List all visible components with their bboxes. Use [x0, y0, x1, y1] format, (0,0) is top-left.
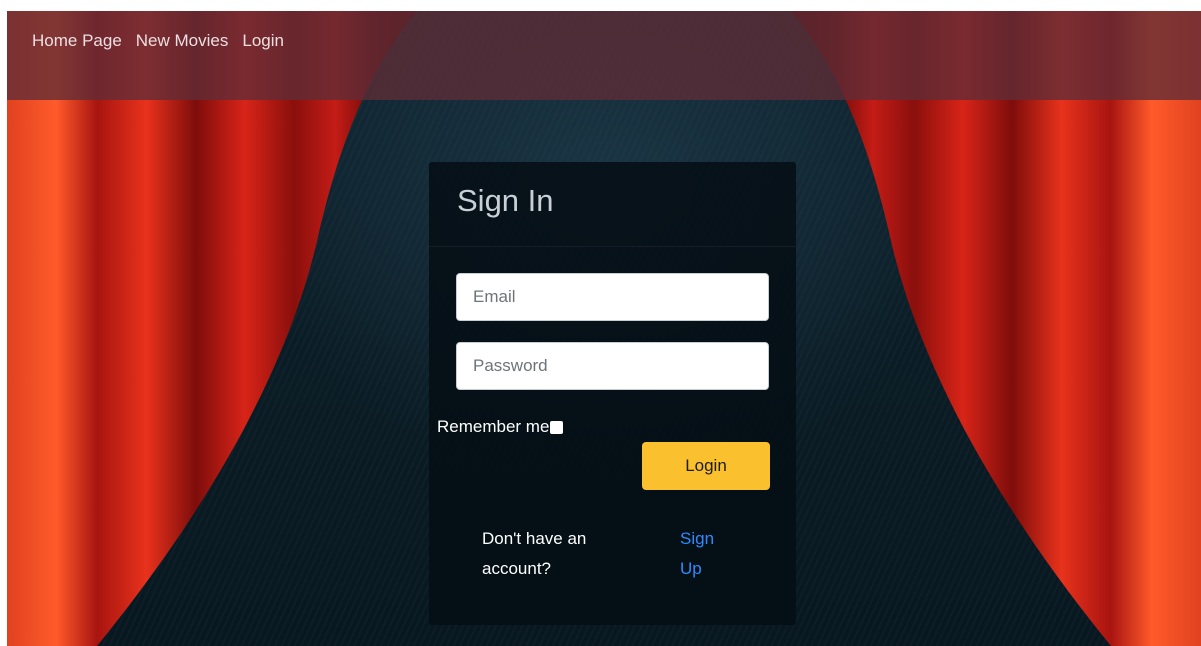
no-account-text: Don't have an account?	[482, 529, 587, 578]
left-curtain-image	[7, 11, 417, 646]
remember-me-row: Remember me	[437, 417, 564, 437]
signup-row: Don't have an account? Sign Up	[482, 524, 742, 584]
top-navbar: Home Page New Movies Login	[7, 11, 1201, 100]
sign-up-link[interactable]: Sign Up	[680, 524, 726, 584]
right-curtain-image	[791, 11, 1201, 646]
remember-me-checkbox[interactable]	[550, 420, 564, 434]
signin-title: Sign In	[457, 183, 554, 218]
email-input[interactable]	[456, 273, 769, 321]
nav-links: Home Page New Movies Login	[32, 31, 298, 51]
theater-background: Home Page New Movies Login Sign In Remem…	[7, 11, 1201, 646]
signin-card: Sign In Remember me Login Don't have an …	[429, 162, 796, 625]
nav-link-home-page[interactable]: Home Page	[32, 31, 122, 51]
nav-link-login[interactable]: Login	[242, 31, 284, 51]
card-divider	[429, 246, 796, 247]
remember-me-label: Remember me	[437, 417, 550, 436]
password-input[interactable]	[456, 342, 769, 390]
login-button[interactable]: Login	[642, 442, 770, 490]
nav-link-new-movies[interactable]: New Movies	[136, 31, 229, 51]
